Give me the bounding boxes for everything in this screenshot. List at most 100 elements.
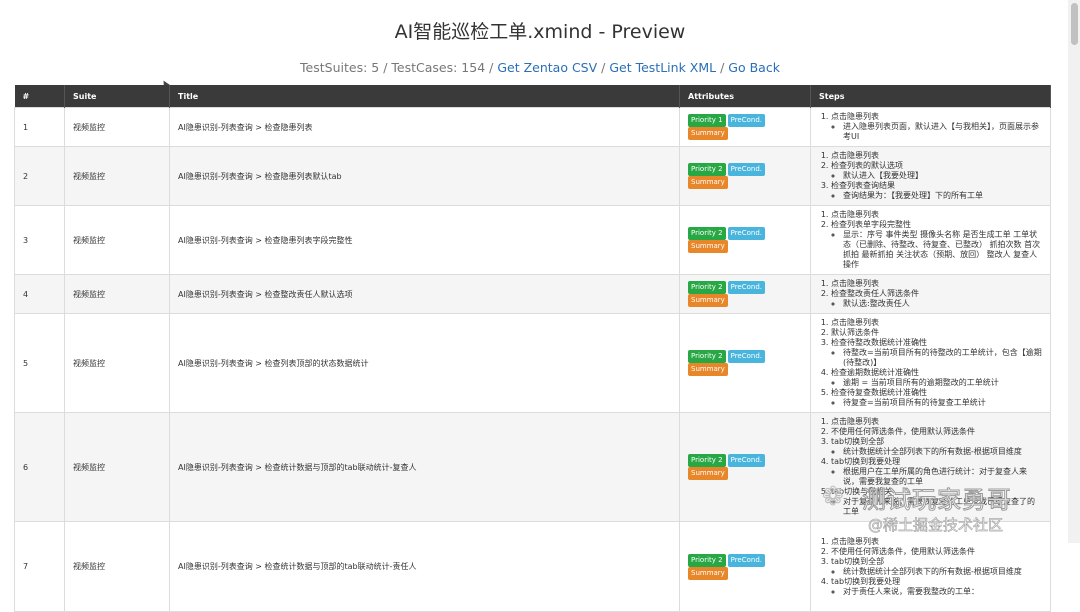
summary-badge[interactable]: Summary bbox=[688, 176, 728, 189]
step-item: 点击隐患列表 bbox=[831, 279, 1042, 289]
steps-list: 点击隐患列表检查整改责任人筛选条件默认选:整改责任人 bbox=[819, 279, 1042, 309]
header-num[interactable]: # bbox=[14, 85, 65, 108]
case-attributes: Priority 1 PreCond.Summary bbox=[679, 107, 811, 147]
table-row: 1 视频监控 AI隐患识别-列表查询 > 检查隐患列表 Priority 1 PreCo… bbox=[14, 107, 1051, 147]
case-steps: 点击隐患列表进入隐患列表页面，默认进入【与我相关】，页面展示参考UI bbox=[810, 107, 1051, 147]
step-item: tab切换到全部统计数据统计全部列表下的所有数据-根据项目维度 bbox=[831, 557, 1042, 577]
case-number: 4 bbox=[14, 274, 65, 314]
summary-bar: TestSuites: 5 / TestCases: 154 / Get Zen… bbox=[0, 60, 1080, 76]
step-expected-item: 待整改=当前项目所有的待整改的工单统计，包含【逾期(待整改)】 bbox=[843, 348, 1042, 368]
table-header-row: # Suite Title Attributes Steps bbox=[14, 85, 1051, 108]
step-item: 检查列表单字段完整性显示：序号 事件类型 摄像头名称 是否生成工单 工单状态（已… bbox=[831, 220, 1042, 270]
case-steps: 点击隐患列表不使用任何筛选条件，使用默认筛选条件tab切换到全部统计数据统计全部… bbox=[810, 521, 1051, 612]
case-steps: 点击隐患列表不使用任何筛选条件，使用默认筛选条件tab切换到全部统计数据统计全部… bbox=[810, 412, 1051, 522]
step-text: 检查待复查数据统计准确性 bbox=[831, 388, 927, 397]
case-steps: 点击隐患列表检查列表的默认选项默认进入【我要处理】检查列表查询结果查询结果为：【… bbox=[810, 146, 1051, 206]
step-text: 默认筛选条件 bbox=[831, 328, 879, 337]
case-suite: 视频监控 bbox=[64, 412, 170, 522]
step-text: 点击隐患列表 bbox=[831, 417, 879, 426]
case-attributes: Priority 2 PreCond.Summary bbox=[679, 146, 811, 206]
steps-list: 点击隐患列表默认筛选条件检查待整改数据统计准确性待整改=当前项目所有的待整改的工… bbox=[819, 318, 1042, 408]
testlink-xml-link[interactable]: Get TestLink XML bbox=[609, 60, 716, 75]
step-text: 检查列表的默认选项 bbox=[831, 161, 903, 170]
step-text: 点击隐患列表 bbox=[831, 536, 879, 546]
steps-list: 点击隐患列表不使用任何筛选条件，使用默认筛选条件tab切换到全部统计数据统计全部… bbox=[819, 417, 1042, 517]
header-title[interactable]: Title bbox=[169, 85, 680, 108]
precond-badge[interactable]: PreCond. bbox=[727, 114, 765, 127]
precond-badge[interactable]: PreCond. bbox=[727, 163, 765, 176]
case-suite: 视频监控 bbox=[64, 521, 170, 612]
summary-badge[interactable]: Summary bbox=[688, 127, 728, 140]
step-text: 检查逾期数据统计准确性 bbox=[831, 368, 919, 377]
header-steps[interactable]: Steps bbox=[810, 85, 1051, 108]
precond-badge[interactable]: PreCond. bbox=[727, 281, 765, 294]
step-expected-item: 对于复查人来说，需要我复查的工单及我已经复查了的工单 bbox=[843, 497, 1042, 517]
step-expected-list: 显示：序号 事件类型 摄像头名称 是否生成工单 工单状态（已删除、待整改、待复查… bbox=[831, 230, 1042, 270]
case-title: AI隐患识别-列表查询 > 检查隐患列表 bbox=[169, 107, 680, 147]
summary-badge[interactable]: Summary bbox=[688, 240, 728, 253]
step-expected-item: 对于责任人来说，需要我整改的工单： bbox=[843, 587, 1042, 597]
scrollbar-thumb[interactable] bbox=[1071, 3, 1078, 45]
case-attributes: Priority 2 PreCond.Summary bbox=[679, 205, 811, 275]
step-item: 检查整改责任人筛选条件默认选:整改责任人 bbox=[831, 289, 1042, 309]
case-attributes: Priority 2 PreCond.Summary bbox=[679, 274, 811, 314]
step-expected-item: 查询结果为：【我要处理】下的所有工单 bbox=[843, 191, 1042, 201]
precond-badge[interactable]: PreCond. bbox=[727, 350, 765, 363]
table-row: 5 视频监控 AI隐患识别-列表查询 > 检查列表顶部的状态数据统计 Priority… bbox=[14, 313, 1051, 413]
step-text: tab切换与我相关 bbox=[831, 487, 893, 496]
case-attributes: Priority 2 PreCond.Summary bbox=[679, 521, 811, 612]
step-text: 检查列表查询结果 bbox=[831, 181, 895, 190]
table-row: 4 视频监控 AI隐患识别-列表查询 > 检查整改责任人默认选项 Priority 2… bbox=[14, 274, 1051, 314]
step-text: tab切换到我要处理 bbox=[831, 576, 901, 586]
testcase-table-container: # Suite Title Attributes Steps 1 视频监控 AI隐患… bbox=[14, 85, 1051, 612]
case-steps: 点击隐患列表默认筛选条件检查待整改数据统计准确性待整改=当前项目所有的待整改的工… bbox=[810, 313, 1051, 413]
step-expected-item: 默认进入【我要处理】 bbox=[843, 171, 1042, 181]
step-text: tab切换到全部 bbox=[831, 556, 885, 566]
testsuites-count: TestSuites: 5 bbox=[300, 60, 380, 75]
testcases-count: TestCases: 154 bbox=[391, 60, 486, 75]
step-text: 点击隐患列表 bbox=[831, 318, 879, 327]
step-expected-list: 根据用户在工单所属的角色进行统计：对于复查人来说，需要我复查的工单 bbox=[831, 467, 1042, 487]
case-title: AI隐患识别-列表查询 > 检查列表顶部的状态数据统计 bbox=[169, 313, 680, 413]
precond-badge[interactable]: PreCond. bbox=[727, 454, 765, 467]
step-expected-list: 待整改=当前项目所有的待整改的工单统计，包含【逾期(待整改)】 bbox=[831, 348, 1042, 368]
step-text: 检查待整改数据统计准确性 bbox=[831, 338, 927, 347]
header-suite[interactable]: Suite bbox=[64, 85, 170, 108]
case-number: 2 bbox=[14, 146, 65, 206]
step-item: 检查列表查询结果查询结果为：【我要处理】下的所有工单 bbox=[831, 181, 1042, 201]
step-expected-item: 进入隐患列表页面，默认进入【与我相关】，页面展示参考UI bbox=[843, 122, 1042, 142]
summary-badge[interactable]: Summary bbox=[688, 294, 728, 307]
step-text: 点击隐患列表 bbox=[831, 210, 879, 219]
header-attributes[interactable]: Attributes bbox=[679, 85, 811, 108]
step-expected-list: 统计数据统计全部列表下的所有数据-根据项目维度 bbox=[831, 567, 1042, 577]
step-item: 检查逾期数据统计准确性逾期 = 当前项目所有的逾期整改的工单统计 bbox=[831, 368, 1042, 388]
precond-badge[interactable]: PreCond. bbox=[727, 227, 765, 240]
step-text: tab切换到全部 bbox=[831, 437, 885, 446]
case-steps: 点击隐患列表检查整改责任人筛选条件默认选:整改责任人 bbox=[810, 274, 1051, 314]
table-row: 2 视频监控 AI隐患识别-列表查询 > 检查隐患列表默认tab Priority 2… bbox=[14, 146, 1051, 206]
case-title: AI隐患识别-列表查询 > 检查隐患列表默认tab bbox=[169, 146, 680, 206]
step-text: 点击隐患列表 bbox=[831, 112, 879, 121]
summary-badge[interactable]: Summary bbox=[688, 566, 728, 580]
step-text: 检查整改责任人筛选条件 bbox=[831, 289, 919, 298]
steps-list: 点击隐患列表检查列表的默认选项默认进入【我要处理】检查列表查询结果查询结果为：【… bbox=[819, 151, 1042, 201]
precond-badge[interactable]: PreCond. bbox=[727, 553, 765, 567]
page-scrollbar[interactable] bbox=[1068, 0, 1080, 543]
steps-list: 点击隐患列表进入隐患列表页面，默认进入【与我相关】，页面展示参考UI bbox=[819, 112, 1042, 142]
testcase-table: # Suite Title Attributes Steps 1 视频监控 AI隐患… bbox=[14, 85, 1051, 612]
step-expected-list: 对于复查人来说，需要我复查的工单及我已经复查了的工单 bbox=[831, 497, 1042, 517]
step-expected-item: 统计数据统计全部列表下的所有数据-根据项目维度 bbox=[843, 567, 1042, 577]
go-back-link[interactable]: Go Back bbox=[728, 60, 780, 75]
case-number: 5 bbox=[14, 313, 65, 413]
priority-badge: Priority 2 bbox=[688, 350, 726, 363]
case-title: AI隐患识别-列表查询 > 检查统计数据与顶部的tab联动统计-责任人 bbox=[169, 521, 680, 612]
step-item: 检查待整改数据统计准确性待整改=当前项目所有的待整改的工单统计，包含【逾期(待整… bbox=[831, 338, 1042, 368]
step-text: 点击隐患列表 bbox=[831, 279, 879, 288]
table-row: 6 视频监控 AI隐患识别-列表查询 > 检查统计数据与顶部的tab联动统计-复查人… bbox=[14, 412, 1051, 522]
priority-badge: Priority 2 bbox=[688, 281, 726, 294]
summary-badge[interactable]: Summary bbox=[688, 467, 728, 480]
summary-badge[interactable]: Summary bbox=[688, 363, 728, 376]
zentao-csv-link[interactable]: Get Zentao CSV bbox=[497, 60, 597, 75]
page-header: AI智能巡检工单.xmind - Preview TestSuites: 5 /… bbox=[0, 0, 1080, 76]
step-expected-item: 默认选:整改责任人 bbox=[843, 299, 1042, 309]
